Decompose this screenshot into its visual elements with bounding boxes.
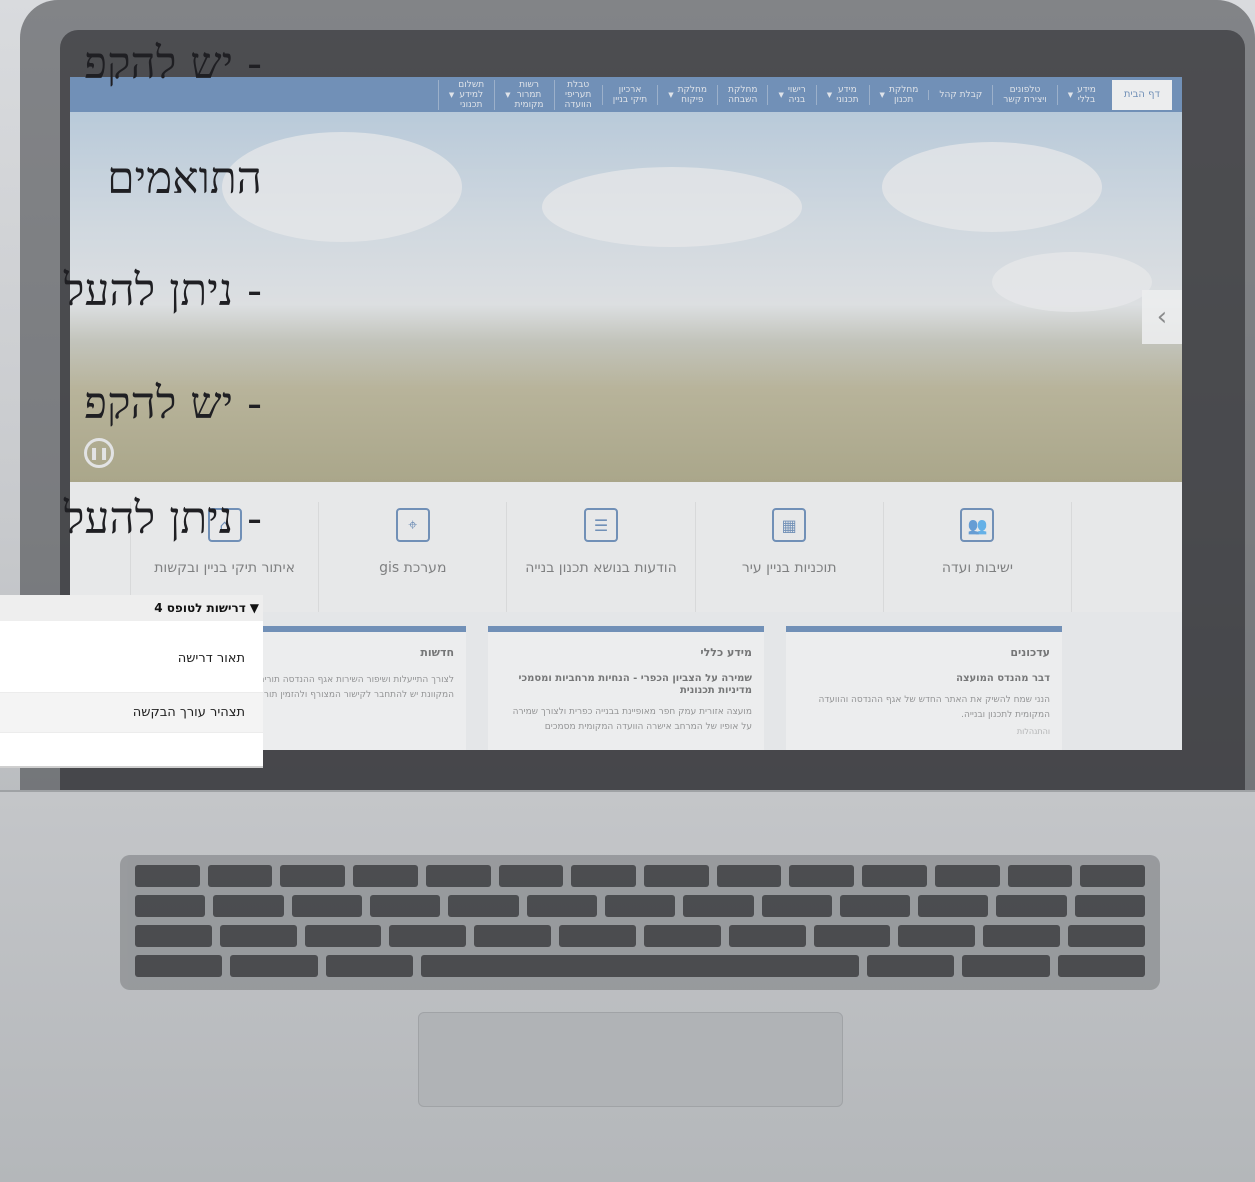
nav-item-label: טלפונים ויצירת קשר xyxy=(1003,84,1047,105)
nav-item-label: מידע תכנוני xyxy=(836,84,859,105)
nav-item[interactable]: מידע בללי ▼ xyxy=(1056,84,1106,105)
nav-item-label: רשות תמרור מקומית xyxy=(514,79,544,110)
nav-item-label: מידע בללי xyxy=(1077,84,1096,105)
overlay-text: ניתן להעל xyxy=(63,265,234,316)
caret-down-icon: ▼ xyxy=(505,90,511,99)
nav-item-label: טבלת תעריפי הוועדה xyxy=(564,79,592,110)
requirement-row[interactable]: תצהיר עורך הבקשה xyxy=(0,693,263,733)
quick-link-label: תוכניות בניין עיר xyxy=(741,560,837,576)
nav-item-label: מחלקת השבחה xyxy=(728,84,758,105)
info-panel: מידע כללי שמירה על הצביון הכפרי - הנחיות … xyxy=(488,626,764,750)
nav-item-label: תשלום למידע תכנוני xyxy=(458,79,485,110)
requirements-panel: ▼ דרישות לטופס 4 תאור דרישה תצהיר עורך ה… xyxy=(0,595,263,768)
caret-down-icon: ▼ xyxy=(826,90,833,99)
quick-link[interactable]: 👥 ישיבות ועדה xyxy=(882,502,1072,612)
panel-text: הנני שמח להשיק את האתר החדש של אגף ההנדס… xyxy=(818,695,1051,720)
nav-item[interactable]: קבלת קהל xyxy=(928,89,992,100)
caret-down-icon: ▼ xyxy=(778,90,784,99)
quick-link-label: מערכת gis xyxy=(379,560,447,576)
people-icon: 👥 xyxy=(960,508,995,542)
panel-more-link[interactable]: והתנהלות xyxy=(798,727,1050,736)
quick-link[interactable]: ⌖ מערכת gis xyxy=(318,502,506,612)
overlay-text: יש להקפ xyxy=(83,378,234,429)
laptop-keyboard xyxy=(120,855,1160,990)
panel-subheading[interactable]: שמירה על הצביון הכפרי - הנחיות מרחביות ו… xyxy=(500,673,753,697)
cloud xyxy=(882,142,1102,232)
info-panel: עדכונים דבר מהנדס המועצה הנני שמח להשיק את… xyxy=(786,626,1062,750)
document-icon: ☰ xyxy=(584,508,618,542)
nav-item[interactable]: רשות תמרור מקומית ▼ xyxy=(494,79,553,110)
overlay-dash: - xyxy=(247,378,262,429)
overlay-dash: - xyxy=(247,493,262,544)
caret-down-icon: ▼ xyxy=(668,90,674,99)
cloud xyxy=(542,167,802,247)
nav-item-label: קבלת קהל xyxy=(939,89,983,100)
overlay-text-lines: - יש להקפ התואמים - ניתן להעל - יש להקפ - נ… xyxy=(0,28,270,588)
collapse-triangle-icon: ▼ xyxy=(249,601,259,615)
nav-item[interactable]: מחלקת פיקוח ▼ xyxy=(657,84,717,105)
laptop-trackpad xyxy=(418,1012,843,1107)
map-book-icon: ▦ xyxy=(772,508,807,542)
nav-item[interactable]: רישוי בניה ▼ xyxy=(767,84,815,105)
nav-item-label: מחלקת תכנון xyxy=(888,84,919,105)
panel-text: מועצה אזורית עמק חפר מאופיינת בבנייה כפר… xyxy=(512,707,752,732)
panel-subheading[interactable]: דבר מהנדס המועצה xyxy=(798,673,1050,685)
nav-home-button[interactable]: דף הבית xyxy=(1111,79,1172,110)
quick-link-label: ישיבות ועדה xyxy=(941,560,1013,576)
quick-link[interactable]: ▦ תוכניות בניין עיר xyxy=(694,502,883,612)
nav-item[interactable]: מחלקת השבחה xyxy=(717,84,767,105)
nav-item[interactable]: טלפונים ויצירת קשר xyxy=(992,84,1057,105)
overlay-text-line: התואמים xyxy=(0,153,270,204)
panel-heading: עדכונים xyxy=(1010,646,1050,659)
nav-item[interactable]: מחלקת תכנון ▼ xyxy=(868,84,929,105)
overlay-text: יש להקפ xyxy=(83,38,234,89)
nav-items: מידע בללי ▼ טלפונים ויצירת קשר קבלת קהל מחלק… xyxy=(437,79,1106,110)
overlay-dash: - xyxy=(247,38,262,89)
slider-next-arrow-icon[interactable]: › xyxy=(1142,290,1182,344)
nav-item[interactable]: מידע תכנוני ▼ xyxy=(815,84,869,105)
overlay-text-line: - ניתן להעל xyxy=(0,493,270,544)
requirement-row-header: תאור דרישה xyxy=(0,621,263,693)
quick-link[interactable]: ☰ הודעות בנושא תכנון בנייה xyxy=(506,502,694,612)
overlay-text-line: - יש להקפ xyxy=(0,38,270,89)
nav-item-label: ארכיון תיקי בניין xyxy=(612,84,648,105)
caret-down-icon: ▼ xyxy=(448,90,455,99)
nav-item[interactable]: טבלת תעריפי הוועדה xyxy=(553,79,602,110)
nav-item[interactable]: תשלום למידע תכנוני ▼ xyxy=(437,79,494,110)
cloud xyxy=(992,252,1152,312)
overlay-dash: - xyxy=(247,265,262,316)
caret-down-icon: ▼ xyxy=(879,90,885,99)
nav-item-label: רישוי בניה xyxy=(787,84,806,105)
requirements-title: דרישות לטופס 4 xyxy=(154,601,246,615)
requirements-header[interactable]: ▼ דרישות לטופס 4 xyxy=(0,595,263,621)
caret-down-icon: ▼ xyxy=(1067,90,1074,99)
nav-item[interactable]: ארכיון תיקי בניין xyxy=(601,84,657,105)
overlay-text-line: - יש להקפ xyxy=(0,378,270,429)
overlay-text-line: - ניתן להעל xyxy=(0,265,270,316)
nav-item-label: מחלקת פיקוח xyxy=(677,84,708,105)
quick-link-label: הודעות בנושא תכנון בנייה xyxy=(525,560,677,576)
map-pin-icon: ⌖ xyxy=(395,508,430,542)
overlay-text: ניתן להעל xyxy=(63,493,234,544)
overlay-text: התואמים xyxy=(107,153,262,204)
panel-heading: מידע כללי xyxy=(700,646,752,659)
